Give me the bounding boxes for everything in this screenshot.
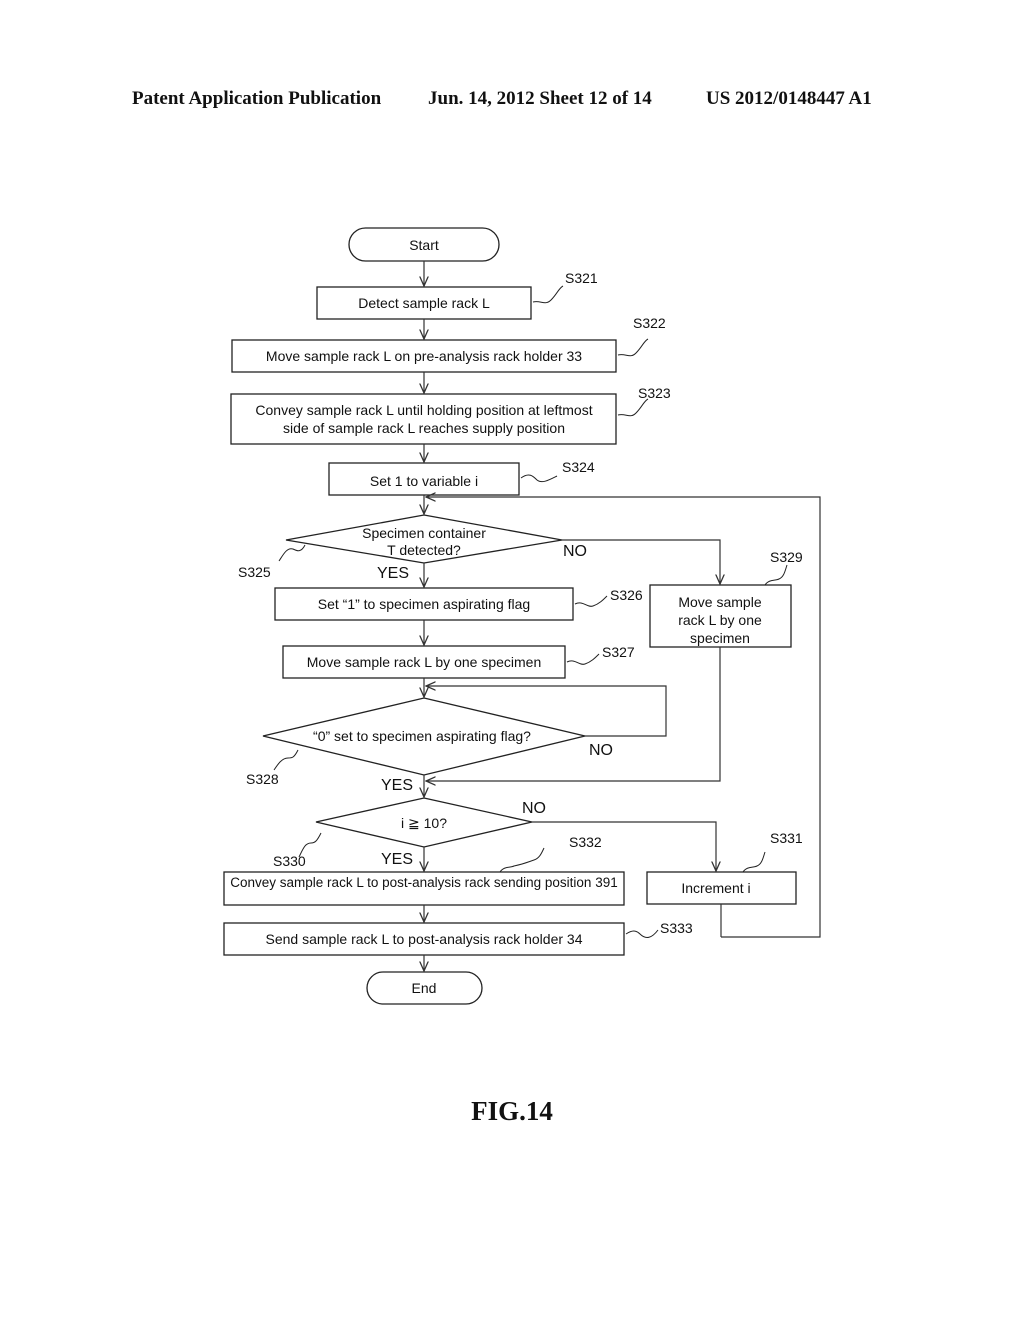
step-s323-text-line2: side of sample rack L reaches supply pos… [283,420,565,436]
leader-s321 [532,285,564,304]
leader-s331 [742,851,766,873]
decision-s330: i ≧ 10? [315,797,533,848]
figure-caption: FIG.14 [471,1096,553,1126]
leader-s326 [574,595,608,607]
step-s333: Send sample rack L to post-analysis rack… [223,922,625,956]
step-s329-label: S329 [770,549,803,565]
leader-s332 [499,847,545,873]
decision-s325-no: NO [563,543,587,560]
decision-s325-label: S325 [238,564,271,580]
step-s329-text-line2: rack L by one [678,612,762,628]
step-s332-label: S332 [569,834,602,850]
step-s326-label: S326 [610,587,643,603]
decision-s325-text-line1: Specimen container [362,525,486,541]
decision-s328-text: “0” set to specimen aspirating flag? [313,728,531,744]
step-s321: Detect sample rack L [316,286,532,320]
step-s329-text-line3: specimen [690,630,750,646]
leader-s323 [617,398,649,417]
step-s323-label: S323 [638,385,671,401]
decision-s325: Specimen container T detected? [285,514,563,564]
step-s324-label: S324 [562,459,595,475]
step-s324: Set 1 to variable i [328,462,520,496]
start-terminal: Start [348,227,500,262]
leader-s327 [566,653,600,665]
leader-s329 [764,564,788,586]
step-s322: Move sample rack L on pre-analysis rack … [231,339,617,373]
decision-s330-no: NO [522,800,546,817]
decision-s328-yes: YES [381,777,413,794]
arrow-s330-no-s331 [532,821,716,871]
step-s326: Set “1” to specimen aspirating flag [274,587,574,621]
decision-s328-no: NO [589,742,613,759]
step-s323-text-line1: Convey sample rack L until holding posit… [255,402,592,418]
leader-s333 [625,929,659,938]
step-s332: Convey sample rack L to post-analysis ra… [223,871,625,906]
leader-s328 [273,749,299,771]
start-text: Start [409,237,439,253]
leader-s322 [617,338,649,357]
step-s321-text: Detect sample rack L [358,295,490,311]
step-s327: Move sample rack L by one specimen [282,645,566,679]
end-text: End [412,980,437,996]
decision-s330-yes: YES [381,851,413,868]
step-s333-text: Send sample rack L to post-analysis rack… [266,931,583,947]
step-s324-text: Set 1 to variable i [370,473,478,489]
step-s323: Convey sample rack L until holding posit… [230,393,617,445]
step-s322-text: Move sample rack L on pre-analysis rack … [266,348,582,364]
leader-s325 [278,544,306,562]
step-s327-text: Move sample rack L by one specimen [307,654,541,670]
step-s322-label: S322 [633,315,666,331]
decision-s325-text-line2: T detected? [387,542,461,558]
step-s329: Move sample rack L by one specimen [649,584,792,648]
step-s326-text: Set “1” to specimen aspirating flag [318,596,530,612]
step-s327-label: S327 [602,644,635,660]
leader-s324 [520,474,558,483]
decision-s330-label: S330 [273,853,306,869]
step-s331-label: S331 [770,830,803,846]
decision-s325-yes: YES [377,565,409,582]
end-terminal: End [366,971,483,1005]
step-s333-label: S333 [660,920,693,936]
decision-s330-text: i ≧ 10? [401,815,447,831]
step-s331-text: Increment i [681,880,750,896]
step-s321-label: S321 [565,270,598,286]
decision-s328: “0” set to specimen aspirating flag? [262,697,586,776]
decision-s328-label: S328 [246,771,279,787]
step-s329-text-line1: Move sample [678,594,761,610]
step-s332-text: Convey sample rack L to post-analysis ra… [230,875,617,890]
step-s331: Increment i [646,871,797,905]
